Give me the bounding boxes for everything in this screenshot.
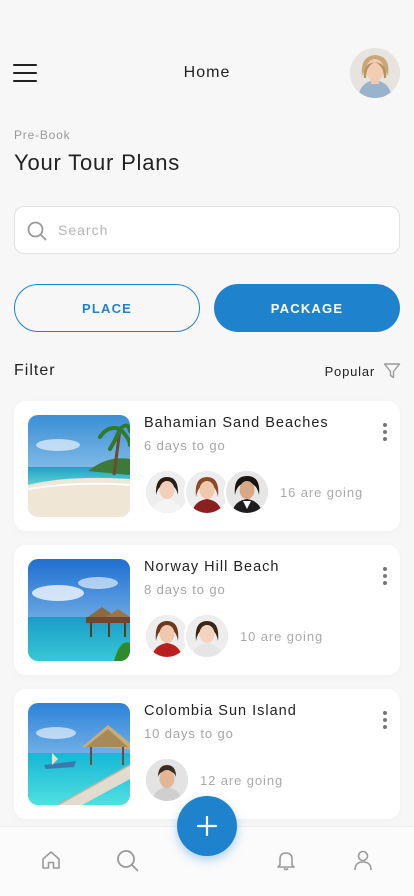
bell-icon[interactable]: [275, 849, 297, 871]
tour-days: 6 days to go: [144, 438, 226, 453]
filter-label: Filter: [14, 362, 56, 379]
tab-place[interactable]: PLACE: [14, 284, 200, 332]
tour-name: Colombia Sun Island: [144, 703, 297, 719]
add-button[interactable]: [177, 796, 237, 856]
tour-name: Norway Hill Beach: [144, 559, 280, 575]
going-count: 10 are going: [240, 628, 324, 644]
attendees: 10 are going: [144, 613, 323, 659]
tab-package[interactable]: PACKAGE: [214, 284, 400, 332]
top-bar: Home: [0, 46, 414, 100]
home-icon[interactable]: [40, 849, 62, 871]
attendee-avatar: [224, 469, 270, 515]
search-box[interactable]: [14, 206, 400, 254]
sort-label: Popular: [324, 363, 375, 379]
plus-icon: [196, 815, 218, 837]
tour-days: 8 days to go: [144, 582, 226, 597]
going-count: 12 are going: [200, 772, 284, 788]
more-vertical-icon[interactable]: [380, 711, 390, 733]
attendee-avatar: [184, 613, 230, 659]
tour-card[interactable]: Bahamian Sand Beaches 6 days to go 16 ar…: [14, 401, 400, 531]
sort-dropdown[interactable]: Popular: [325, 362, 401, 380]
going-count: 16 are going: [280, 484, 364, 500]
search-input[interactable]: [58, 217, 378, 243]
user-icon[interactable]: [352, 849, 374, 871]
tour-card[interactable]: Norway Hill Beach 8 days to go 10 are go…: [14, 545, 400, 675]
tour-days: 10 days to go: [144, 726, 234, 741]
tour-image: [28, 703, 130, 805]
tour-image: [28, 559, 130, 661]
attendee-avatar: [144, 757, 190, 803]
avatar-image: [350, 48, 400, 98]
section-eyebrow: Pre-Book: [14, 128, 71, 142]
more-vertical-icon[interactable]: [380, 423, 390, 445]
search-icon[interactable]: [116, 849, 139, 872]
attendees: 16 are going: [144, 469, 363, 515]
tour-name: Bahamian Sand Beaches: [144, 415, 329, 431]
search-icon: [27, 221, 47, 241]
filter-icon: [383, 363, 401, 379]
tour-image: [28, 415, 130, 517]
profile-avatar[interactable]: [350, 48, 400, 98]
section-title: Your Tour Plans: [14, 150, 181, 175]
more-vertical-icon[interactable]: [380, 567, 390, 589]
